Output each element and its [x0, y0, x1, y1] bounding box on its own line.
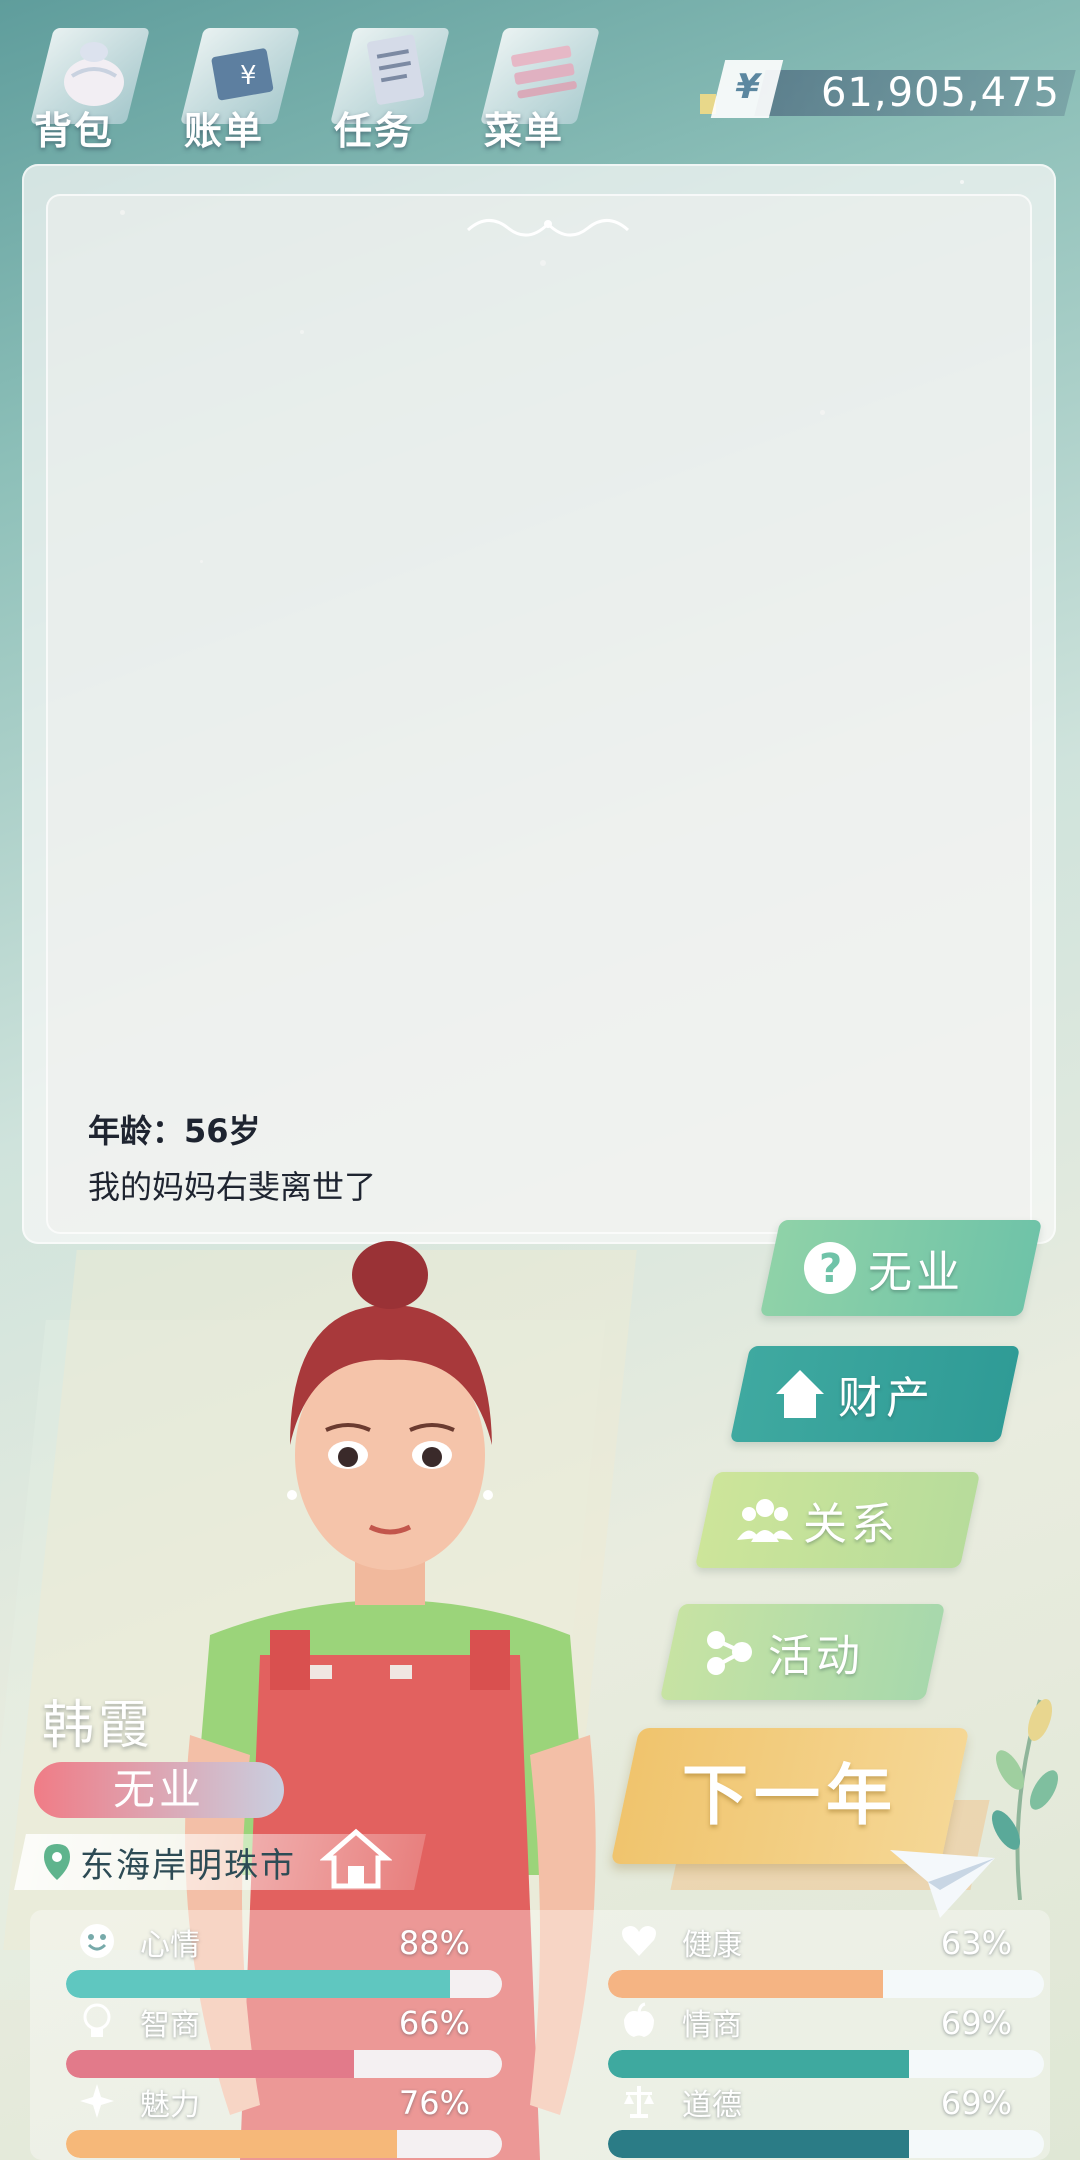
house-icon [776, 1370, 824, 1418]
stat-fill [608, 1970, 883, 1998]
job-button[interactable]: ? 无业 [759, 1220, 1043, 1316]
stat-mood: 心情 88% [40, 1920, 502, 2000]
event-log: 年龄：56岁 我的妈妈右斐离世了 [88, 1106, 988, 1208]
svg-text:?: ? [819, 1246, 842, 1292]
stat-percent: 66% [398, 2004, 470, 2042]
stat-percent: 76% [398, 2084, 470, 2122]
home-icon[interactable] [320, 1826, 392, 1890]
bulb-icon [83, 2003, 111, 2037]
property-button-label: 财产 [838, 1373, 934, 1424]
apple-icon [624, 2002, 654, 2037]
bill-label: 账单 [184, 109, 265, 153]
paper-plane-icon [890, 1850, 995, 1918]
bag-label: 背包 [34, 109, 115, 153]
top-bar: 背包 ¥ 账单 任务 菜单 ¥ 61,905,475 [0, 0, 1080, 160]
stat-fill [66, 2050, 354, 2078]
location-pin-icon [44, 1844, 70, 1880]
people-icon [737, 1499, 793, 1542]
job-button-label: 无业 [868, 1247, 964, 1298]
ornament-icon [466, 219, 630, 237]
task-button[interactable]: 任务 [320, 14, 460, 154]
stat-percent: 63% [940, 1924, 1012, 1962]
relations-button[interactable]: 关系 [694, 1472, 981, 1568]
event-log-panel: 年龄：56岁 我的妈妈右斐离世了 [22, 164, 1056, 1244]
stat-name: 智商 [140, 2008, 200, 2043]
character-name: 韩霞 [42, 1696, 155, 1756]
character-job-badge: 无业 [34, 1762, 284, 1818]
scale-icon [624, 2086, 654, 2118]
stat-bar [608, 2050, 1044, 2078]
stat-name: 道德 [682, 2088, 742, 2123]
menu-button[interactable]: 菜单 [470, 14, 610, 154]
activity-button[interactable]: 活动 [659, 1604, 946, 1700]
stat-health: 健康 63% [582, 1920, 1044, 2000]
stat-bar [608, 2130, 1044, 2158]
heart-icon [622, 1926, 656, 1956]
stat-name: 健康 [682, 1928, 742, 1963]
stat-eq: 情商 69% [582, 2000, 1044, 2080]
activity-button-label: 活动 [768, 1631, 864, 1682]
money-value: 61,905,475 [820, 70, 1060, 116]
stat-morality: 道德 69% [582, 2080, 1044, 2160]
task-label: 任务 [334, 109, 415, 153]
stat-percent: 88% [398, 1924, 470, 1962]
stat-fill [608, 2050, 909, 2078]
stat-iq: 智商 66% [40, 2000, 502, 2080]
relations-button-label: 关系 [803, 1499, 899, 1550]
stat-name: 情商 [682, 2008, 742, 2043]
stat-percent: 69% [940, 2004, 1012, 2042]
property-button[interactable]: 财产 [729, 1346, 1021, 1442]
stat-bar [66, 1970, 502, 1998]
bag-button[interactable]: 背包 [20, 14, 160, 154]
question-icon: ? [804, 1242, 856, 1294]
event-log-inner[interactable]: 年龄：56岁 我的妈妈右斐离世了 [46, 194, 1032, 1234]
stat-name: 魅力 [140, 2088, 200, 2123]
stat-bar [66, 2050, 502, 2078]
stats-panel: 心情 88% 健康 63% 智商 66% 情商 69% 魅力 76% 道德 69… [30, 1910, 1050, 2160]
stat-bar [66, 2130, 502, 2158]
age-label: 年龄：56岁 [88, 1112, 261, 1150]
stat-fill [66, 2130, 398, 2158]
stat-percent: 69% [940, 2084, 1012, 2122]
bill-button[interactable]: ¥ 账单 [170, 14, 310, 154]
stat-fill [608, 2130, 909, 2158]
sparkle-icon [80, 2084, 114, 2118]
stat-name: 心情 [140, 1928, 200, 1963]
stat-bar [608, 1970, 1044, 1998]
log-entry: 我的妈妈右斐离世了 [88, 1168, 377, 1206]
money-display: ¥ 61,905,475 [700, 60, 1076, 118]
menu-label: 菜单 [484, 109, 565, 153]
stat-charm: 魅力 76% [40, 2080, 502, 2160]
stat-fill [66, 1970, 450, 1998]
svg-text:¥: ¥ [240, 61, 257, 91]
nodes-icon [707, 1631, 752, 1675]
smile-icon [80, 1924, 114, 1958]
location-name: 东海岸明珠市 [80, 1845, 296, 1886]
